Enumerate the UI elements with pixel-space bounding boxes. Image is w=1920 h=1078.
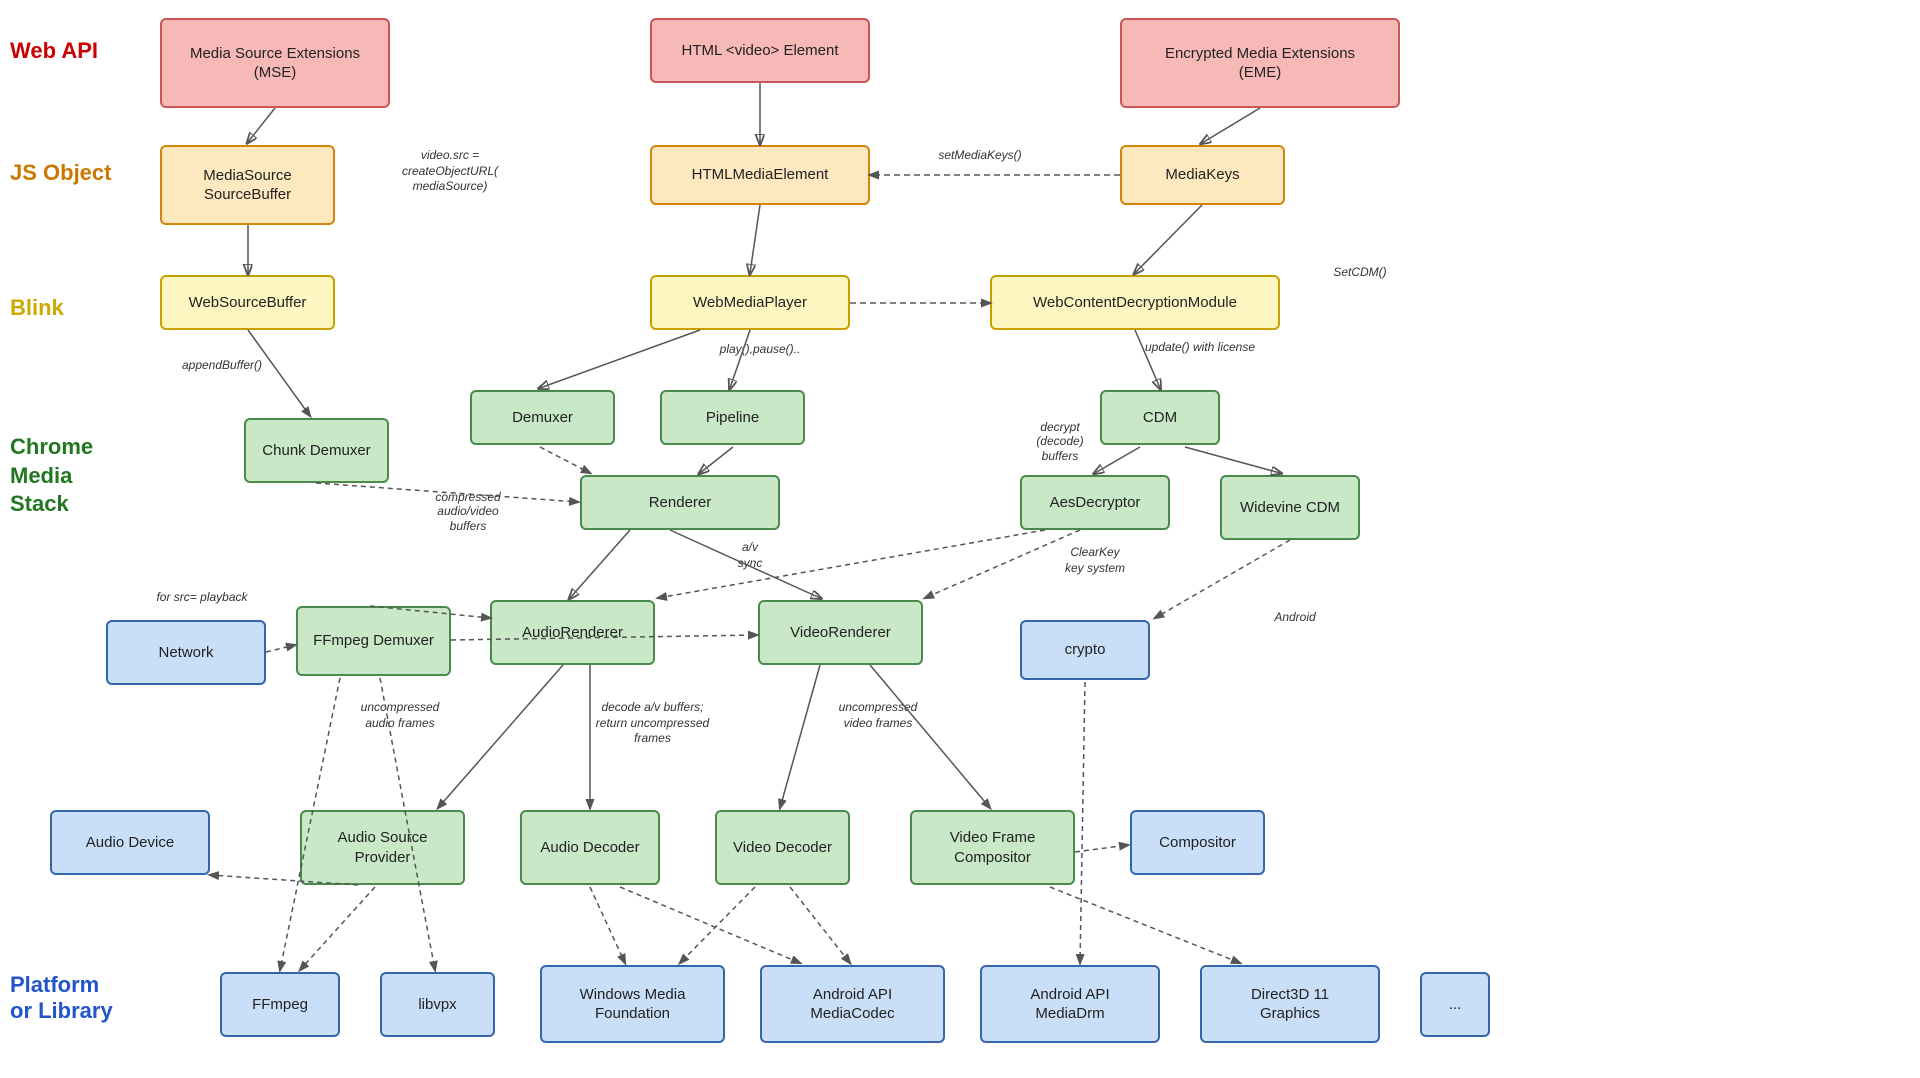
label-platform-or-library: Platform or Library [10,972,113,1025]
box-webmediaplayer: WebMediaPlayer [650,275,850,330]
box-audio-decoder: Audio Decoder [520,810,660,885]
box-ffmpeg: FFmpeg [220,972,340,1037]
box-websourcebuffer: WebSourceBuffer [160,275,335,330]
box-videorenderer: VideoRenderer [758,600,923,665]
diagram: Web API JS Object Blink Chrome Media Sta… [0,0,1920,1078]
annot-compressed-av-buffers: compressedaudio/videobuffers [408,490,528,533]
annot-play-pause: play(),pause().. [680,342,840,358]
box-webcontentdecryptionmodule: WebContentDecryptionModule [990,275,1280,330]
box-android-api-mediadrm: Android API MediaDrm [980,965,1160,1043]
box-windows-media-foundation: Windows Media Foundation [540,965,725,1043]
box-direct3d-11-graphics: Direct3D 11 Graphics [1200,965,1380,1043]
annot-av-sync: a/vsync [720,540,780,571]
box-ellipsis: ... [1420,972,1490,1037]
box-eme: Encrypted Media Extensions (EME) [1120,18,1400,108]
label-chrome-media-stack: Chrome Media Stack [10,433,93,519]
box-mediakeys: MediaKeys [1120,145,1285,205]
box-aesdecryptor: AesDecryptor [1020,475,1170,530]
box-video-frame-compositor: Video Frame Compositor [910,810,1075,885]
box-network: Network [106,620,266,685]
box-mediasource-sourcebuffer: MediaSource SourceBuffer [160,145,335,225]
box-libvpx: libvpx [380,972,495,1037]
annot-uncompressed-video-frames: uncompressedvideo frames [808,700,948,731]
box-pipeline: Pipeline [660,390,805,445]
annot-android: Android [1250,610,1340,626]
box-compositor: Compositor [1130,810,1265,875]
box-ffmpeg-demuxer: FFmpeg Demuxer [296,606,451,676]
label-web-api: Web API [10,38,98,64]
box-renderer: Renderer [580,475,780,530]
box-htmlmediaelement: HTMLMediaElement [650,145,870,205]
label-js-object: JS Object [10,160,111,186]
label-blink: Blink [10,295,64,321]
box-audiorenderer: AudioRenderer [490,600,655,665]
box-html-video: HTML <video> Element [650,18,870,83]
annot-for-src-playback: for src= playback [132,590,272,606]
box-audio-device: Audio Device [50,810,210,875]
box-crypto: crypto [1020,620,1150,680]
box-audio-source-provider: Audio Source Provider [300,810,465,885]
annot-update-with-license: update() with license [1100,340,1300,356]
box-demuxer: Demuxer [470,390,615,445]
annot-uncompressed-audio-frames: uncompressedaudio frames [330,700,470,731]
annot-clearkey-key-system: ClearKeykey system [1030,545,1160,576]
annot-decode-av-buffers: decode a/v buffers;return uncompressedfr… [560,700,745,747]
annot-video-src: video.src =createObjectURL(mediaSource) [365,148,535,195]
annot-set-media-keys: setMediaKeys() [900,148,1060,164]
annot-append-buffer: appendBuffer() [152,358,292,374]
box-mse: Media Source Extensions (MSE) [160,18,390,108]
annot-set-cdm: SetCDM() [1290,265,1430,281]
box-android-api-mediacodec: Android API MediaCodec [760,965,945,1043]
box-widevine-cdm: Widevine CDM [1220,475,1360,540]
box-chunk-demuxer: Chunk Demuxer [244,418,389,483]
box-video-decoder: Video Decoder [715,810,850,885]
annot-decrypt-decode-buffers: decrypt(decode)buffers [1000,420,1120,463]
